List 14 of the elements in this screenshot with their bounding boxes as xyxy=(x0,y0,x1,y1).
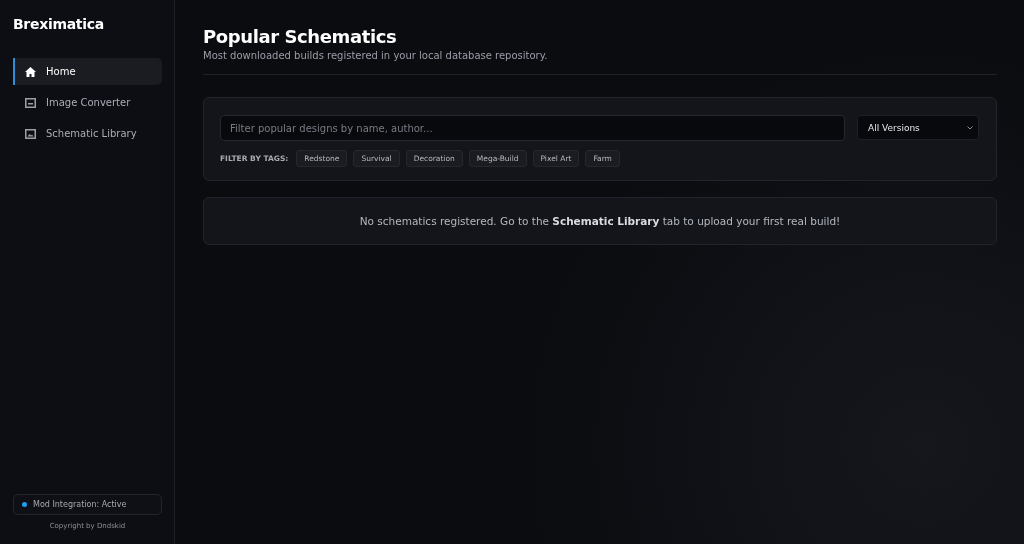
search-field[interactable]: Filter popular designs by name, author... xyxy=(220,115,845,141)
app-brand: Breximatica xyxy=(13,16,105,32)
version-dropdown[interactable]: All Versions xyxy=(857,115,979,140)
page-title: Popular Schematics xyxy=(203,26,398,47)
window-icon xyxy=(25,97,36,108)
empty-message: No schematics registered. Go to the Schematic Library tab to upload your first real build! xyxy=(359,215,841,227)
nav-item[interactable]: Schematic Library xyxy=(13,120,162,147)
nav-item[interactable]: Home xyxy=(13,58,162,85)
image-icon xyxy=(25,128,36,139)
page-subtitle: Most downloaded builds registered in your local database repository. xyxy=(203,50,997,75)
home-icon xyxy=(25,66,36,77)
nav-item[interactable]: Image Converter xyxy=(13,89,162,116)
chevron-down-icon xyxy=(967,125,973,130)
status-label: Mod Integration: Active xyxy=(33,500,127,509)
